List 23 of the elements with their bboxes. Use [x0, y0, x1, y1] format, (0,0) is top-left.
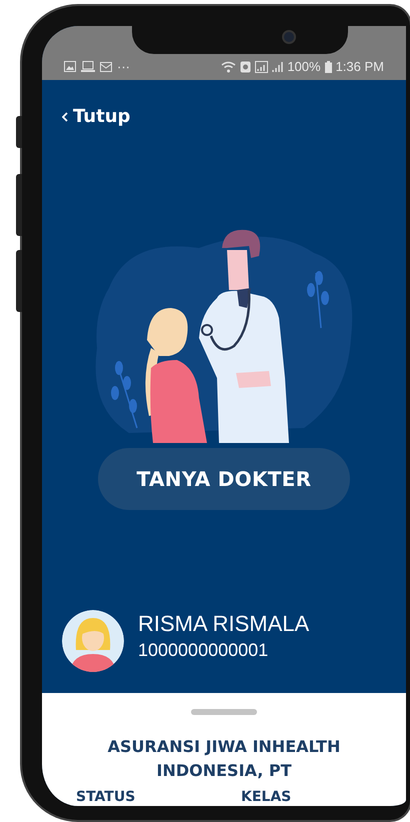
drag-handle[interactable] [191, 709, 257, 715]
sim-icon [240, 60, 252, 72]
battery-icon [324, 60, 332, 72]
battery-percentage: 100% [287, 59, 321, 74]
field-label: STATUS [76, 789, 136, 805]
signal-icon [272, 60, 284, 72]
avatar-icon [62, 610, 124, 672]
wifi-icon [221, 60, 236, 72]
side-button[interactable] [16, 116, 22, 148]
overflow-indicator: ··· [117, 59, 130, 74]
laptop-icon [81, 61, 95, 72]
member-number: 1000000000001 [138, 639, 270, 661]
chevron-left-icon [62, 112, 68, 122]
mail-icon [100, 61, 112, 72]
member-name: RISMA RISMALA [138, 611, 310, 637]
ask-doctor-button[interactable]: TANYA DOKTER [98, 448, 350, 510]
insurer-name: ASURANSI JIWA INHEALTH INDONESIA, PT [106, 736, 342, 782]
camera-icon [282, 30, 296, 44]
clock-time: 1:36 PM [336, 59, 384, 74]
signal-icon [255, 60, 268, 72]
close-link[interactable]: Tutup [62, 106, 130, 127]
image-icon [64, 61, 76, 72]
field-label: KELAS [241, 789, 292, 805]
